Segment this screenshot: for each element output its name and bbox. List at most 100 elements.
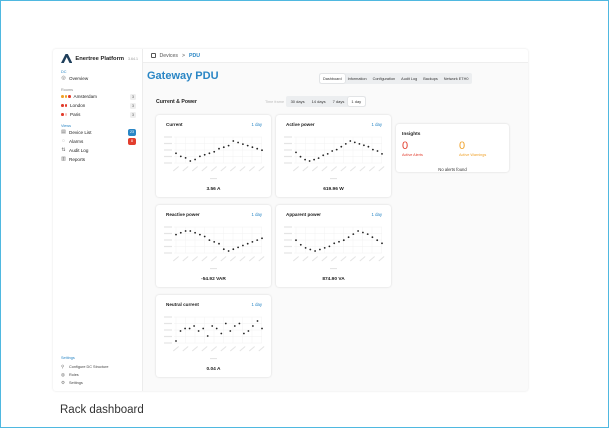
data-point [179, 231, 182, 234]
app-version: 3.64.1 [128, 56, 138, 61]
tab-dashboard[interactable]: Dashboard [320, 74, 345, 83]
data-point [229, 330, 232, 332]
data-point [299, 243, 302, 246]
chart-range-link[interactable]: 1 day [251, 212, 262, 217]
y-tick-label [164, 136, 172, 138]
tab-audit-log[interactable]: Audit Log [398, 74, 420, 83]
data-point [381, 153, 383, 155]
sidebar-item-room[interactable]: Paris 3 [53, 110, 142, 119]
chart-title: Current [166, 122, 183, 127]
settings-label: Settings [61, 356, 75, 360]
time-filter-option[interactable]: 7 days [329, 97, 348, 106]
data-point [222, 248, 225, 251]
chart-range-link[interactable]: 1 day [371, 212, 382, 217]
sidebar-item-view[interactable]: ▥ Reports [53, 155, 142, 164]
chart-card: Current 1 day 3.56 A [156, 115, 271, 197]
sidebar-item-view[interactable]: ▤ Device List 23 [53, 128, 142, 137]
data-point [189, 230, 192, 232]
y-tick-label [164, 245, 172, 248]
x-axis-label [330, 178, 337, 180]
data-point [295, 151, 297, 154]
x-tick-label [340, 166, 347, 172]
x-tick-label [321, 256, 328, 262]
y-tick-label [164, 142, 172, 145]
chart-plot [164, 316, 265, 360]
data-point [338, 240, 340, 243]
breadcrumb-root[interactable]: Devices [160, 53, 178, 59]
tab-information[interactable]: Information [345, 74, 370, 83]
data-point [206, 335, 209, 337]
y-tick-label [164, 322, 172, 325]
sidebar-item-room[interactable]: London 3 [53, 101, 142, 110]
chart-range-link[interactable]: 1 day [251, 122, 262, 127]
x-tick-label [248, 166, 256, 172]
sidebar-item-setting[interactable]: ⚙ Settings [53, 379, 143, 387]
data-point [220, 332, 223, 335]
y-tick-label [164, 162, 172, 164]
x-axis-label [330, 268, 337, 270]
data-point [256, 239, 259, 241]
x-tick-label [210, 346, 218, 352]
data-point [243, 332, 245, 335]
time-filter-option[interactable]: 30 days [287, 97, 308, 106]
data-point [242, 244, 244, 247]
chart-title: Active power [286, 122, 315, 127]
data-point [358, 143, 361, 145]
tab-configuration[interactable]: Configuration [370, 74, 399, 83]
x-tick-label [292, 256, 300, 262]
room-count: 3 [130, 93, 136, 100]
x-tick-label [378, 166, 385, 172]
x-tick-label [258, 166, 265, 172]
data-point [189, 160, 192, 162]
y-tick-label [284, 162, 292, 164]
y-tick-label [284, 239, 292, 241]
time-filter-option[interactable]: 1 day [347, 97, 365, 106]
data-point [261, 237, 263, 240]
data-point [246, 144, 249, 147]
y-tick-label [164, 149, 172, 151]
time-filter-option[interactable]: 14 days [308, 97, 329, 106]
data-point [218, 242, 220, 245]
x-tick-label [229, 166, 237, 172]
x-tick-label [220, 346, 227, 352]
sidebar-item-label: Device List [69, 130, 92, 135]
data-point [304, 158, 306, 161]
sidebar-item-setting[interactable]: ◍ Roles [53, 371, 143, 379]
data-point [199, 233, 201, 236]
app-header: Enertree Platform 3.64.1 [53, 49, 142, 69]
y-tick-label [164, 329, 172, 331]
tab-backups[interactable]: Backups [420, 74, 441, 83]
status-dot [68, 95, 71, 98]
chart-card: Apparent power 1 day 874.90 VA [276, 205, 391, 287]
chart-plot [164, 136, 265, 180]
breadcrumb: Devices > PDU [143, 49, 528, 63]
x-tick-label [191, 166, 199, 172]
sidebar-item-view[interactable]: ⇅ Audit Log [53, 146, 142, 155]
insights-card: Insights 0 Active Alerts 0 Active Warnin… [396, 124, 509, 172]
chart-range-link[interactable]: 1 day [371, 122, 382, 127]
data-point [233, 325, 236, 327]
chart-plot [164, 226, 265, 270]
chart-title: Apparent power [286, 212, 321, 217]
data-point [188, 327, 191, 330]
x-tick-label [210, 166, 218, 172]
x-tick-label [172, 346, 180, 352]
sidebar-item-room[interactable]: Amsterdam 3 [53, 92, 142, 101]
data-point [295, 239, 297, 242]
status-dot [61, 104, 64, 107]
data-point [179, 330, 182, 332]
chart-range-link[interactable]: 1 day [251, 302, 262, 307]
count-badge: 8 [128, 138, 136, 145]
sidebar-item-overview[interactable]: ◎ Overview [53, 74, 142, 83]
structure-icon: ⚲ [61, 364, 65, 369]
sidebar-item-setting[interactable]: ⚲ Configure DC Structure [53, 363, 143, 371]
sidebar-item-view[interactable]: ◌ Alarms 8 [53, 137, 142, 146]
y-tick-label [164, 239, 172, 241]
x-tick-label [172, 166, 180, 172]
chart-card: Active power 1 day 619.96 W [276, 115, 391, 197]
x-tick-label [368, 166, 376, 172]
tab-network-eth0[interactable]: Network ETH0 [441, 74, 472, 83]
data-point [251, 241, 254, 243]
data-point [203, 235, 206, 238]
x-tick-label [239, 166, 246, 172]
